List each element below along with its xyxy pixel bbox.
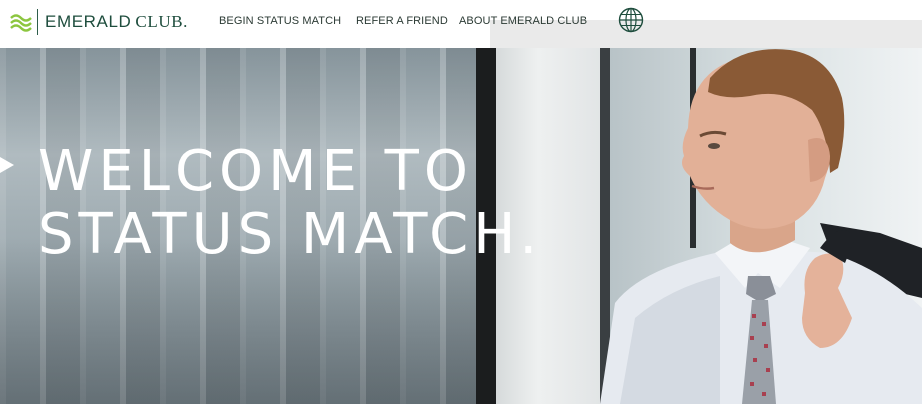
emerald-club-logo[interactable]: EMERALD CLUB. <box>10 9 188 35</box>
hero-title-line2: STATUS MATCH. <box>38 202 543 267</box>
nav-about-emerald-club[interactable]: ABOUT EMERALD CLUB <box>459 15 587 27</box>
nav-begin-status-match[interactable]: BEGIN STATUS MATCH <box>219 15 341 27</box>
site-header: EMERALD CLUB. BEGIN STATUS MATCH REFER A … <box>0 0 922 48</box>
logo-brand: EMERALD <box>45 12 132 31</box>
hero-title-line1: WELCOME TO <box>38 139 473 204</box>
wave-logo-icon <box>10 14 32 32</box>
businessman-photo <box>600 49 922 404</box>
nav-refer-a-friend[interactable]: REFER A FRIEND <box>356 15 448 27</box>
hero-title: WELCOME TO STATUS MATCH. <box>38 140 542 266</box>
globe-icon[interactable] <box>618 7 644 33</box>
logo-text: EMERALD CLUB. <box>45 12 188 32</box>
logo-divider <box>37 9 38 35</box>
hero-banner: WELCOME TO STATUS MATCH. <box>0 48 922 404</box>
logo-brand-suffix: CLUB. <box>135 12 188 31</box>
play-arrow-icon <box>0 157 14 173</box>
